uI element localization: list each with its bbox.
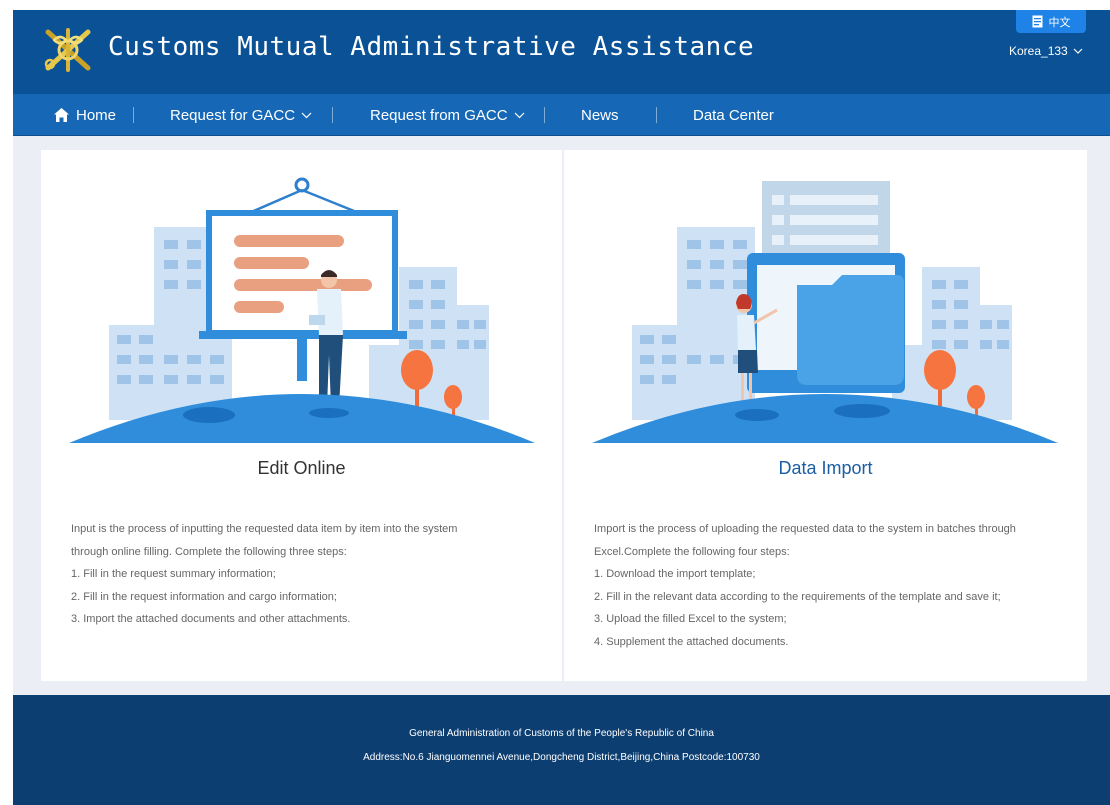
site-title: Customs Mutual Administrative Assistance xyxy=(108,32,755,62)
description-line: Input is the process of inputting the re… xyxy=(71,523,458,535)
language-label: 中文 xyxy=(1048,15,1071,29)
nav-label-home: Home xyxy=(76,106,117,124)
chevron-down-icon xyxy=(514,112,524,118)
site-header: Customs Mutual Administrative Assistance… xyxy=(13,10,1110,94)
edit-online-illustration xyxy=(69,177,535,443)
nav-item-data-center[interactable]: Data Center xyxy=(693,94,774,136)
chevron-down-icon xyxy=(1073,48,1083,54)
description-line: 3. Import the attached documents and oth… xyxy=(71,613,351,625)
nav-divider xyxy=(133,107,134,123)
page-frame: Customs Mutual Administrative Assistance… xyxy=(13,10,1110,805)
language-switch-button[interactable]: 中文 xyxy=(1016,10,1086,33)
nav-label-request-from-gacc: Request from GACC xyxy=(370,106,508,124)
description-line: Import is the process of uploading the r… xyxy=(594,523,1016,535)
document-icon xyxy=(1032,15,1042,28)
description-line: 2. Fill in the request information and c… xyxy=(71,590,337,603)
user-name: Korea_133 xyxy=(1009,44,1068,58)
data-import-illustration xyxy=(592,181,1058,443)
customs-emblem-icon xyxy=(44,28,91,72)
nav-divider xyxy=(544,107,545,123)
description-line: 3. Upload the filled Excel to the system… xyxy=(594,613,787,625)
data-import-card[interactable]: Data Import Import is the process of upl… xyxy=(564,150,1087,681)
description-line: Excel.Complete the following four steps: xyxy=(594,545,790,558)
site-footer: General Administration of Customs of the… xyxy=(13,695,1110,805)
nav-label-data-center: Data Center xyxy=(693,106,774,124)
nav-label-request-for-gacc: Request for GACC xyxy=(170,106,296,124)
edit-online-card[interactable]: Edit Online Input is the process of inpu… xyxy=(41,150,563,681)
description-line: through online filling. Complete the fol… xyxy=(71,545,347,558)
nav-divider xyxy=(332,107,333,123)
user-menu[interactable]: Korea_133 xyxy=(1009,44,1083,58)
nav-item-news[interactable]: News xyxy=(581,94,619,136)
nav-label-news: News xyxy=(581,106,619,124)
edit-online-description: Input is the process of inputting the re… xyxy=(71,518,541,631)
nav-item-request-for-gacc[interactable]: Request for GACC xyxy=(170,94,312,136)
home-icon xyxy=(54,108,69,122)
nav-item-request-from-gacc[interactable]: Request from GACC xyxy=(370,94,525,136)
description-line: 2. Fill in the relevant data according t… xyxy=(594,590,1001,603)
nav-divider xyxy=(656,107,657,123)
description-line: 1. Fill in the request summary informati… xyxy=(71,568,276,580)
description-line: 4. Supplement the attached documents. xyxy=(594,635,789,648)
data-import-title[interactable]: Data Import xyxy=(564,458,1087,479)
footer-organization: General Administration of Customs of the… xyxy=(409,728,714,739)
footer-address: Address:No.6 Jianguomennei Avenue,Dongch… xyxy=(363,752,760,763)
data-import-description: Import is the process of uploading the r… xyxy=(594,518,1064,653)
edit-online-title[interactable]: Edit Online xyxy=(41,458,562,479)
nav-item-home[interactable]: Home xyxy=(53,94,116,136)
chevron-down-icon xyxy=(301,112,312,118)
main-nav: Home Request for GACC Request from GACC … xyxy=(13,94,1110,136)
description-line: 1. Download the import template; xyxy=(594,568,756,580)
